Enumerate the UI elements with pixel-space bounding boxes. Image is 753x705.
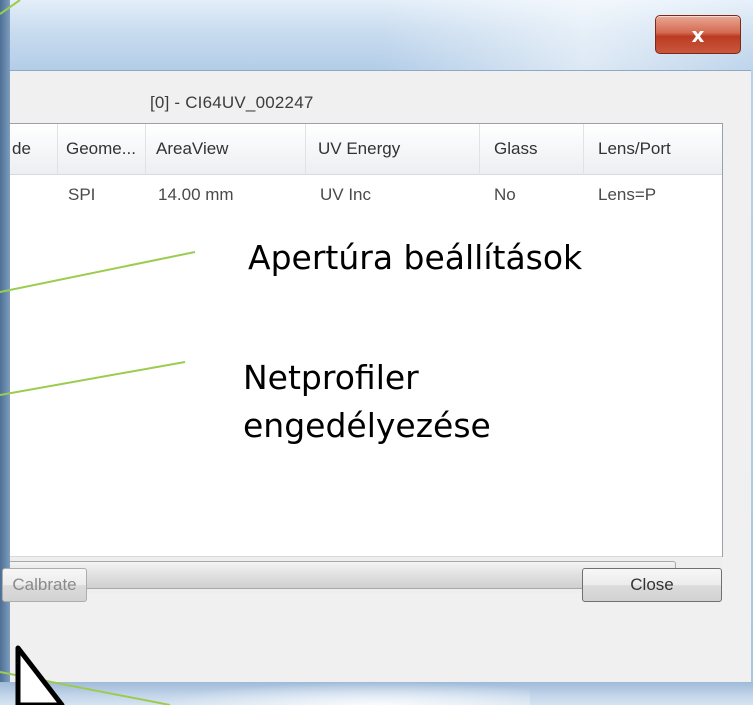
annotation-line-aperture	[0, 251, 196, 293]
annotation-line-netprofiler	[0, 361, 186, 396]
annotation-overlay	[0, 0, 196, 705]
mouse-pointer-icon	[15, 645, 65, 705]
annotation-line-top	[0, 0, 21, 15]
